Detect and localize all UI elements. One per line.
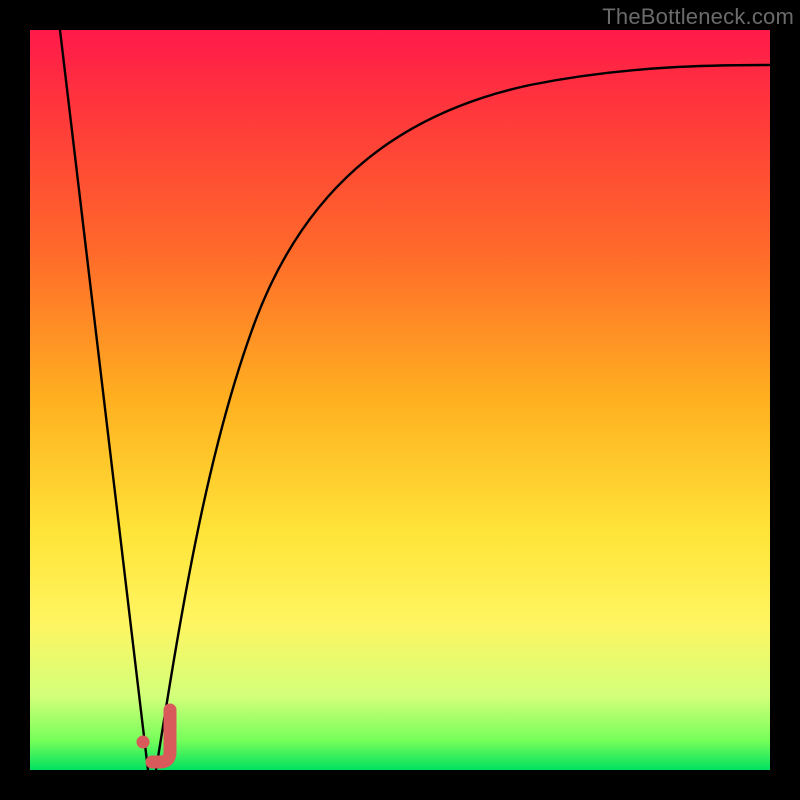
valley-marker-icon (130, 702, 190, 772)
right-ascent-curve (156, 65, 770, 770)
bottleneck-curves (30, 30, 770, 770)
marker-dot-icon (137, 736, 150, 749)
marker-j-stroke-icon (152, 710, 170, 762)
plot-area (30, 30, 770, 770)
chart-stage: TheBottleneck.com (0, 0, 800, 800)
left-descent-line (60, 30, 148, 770)
watermark-text: TheBottleneck.com (602, 4, 794, 30)
